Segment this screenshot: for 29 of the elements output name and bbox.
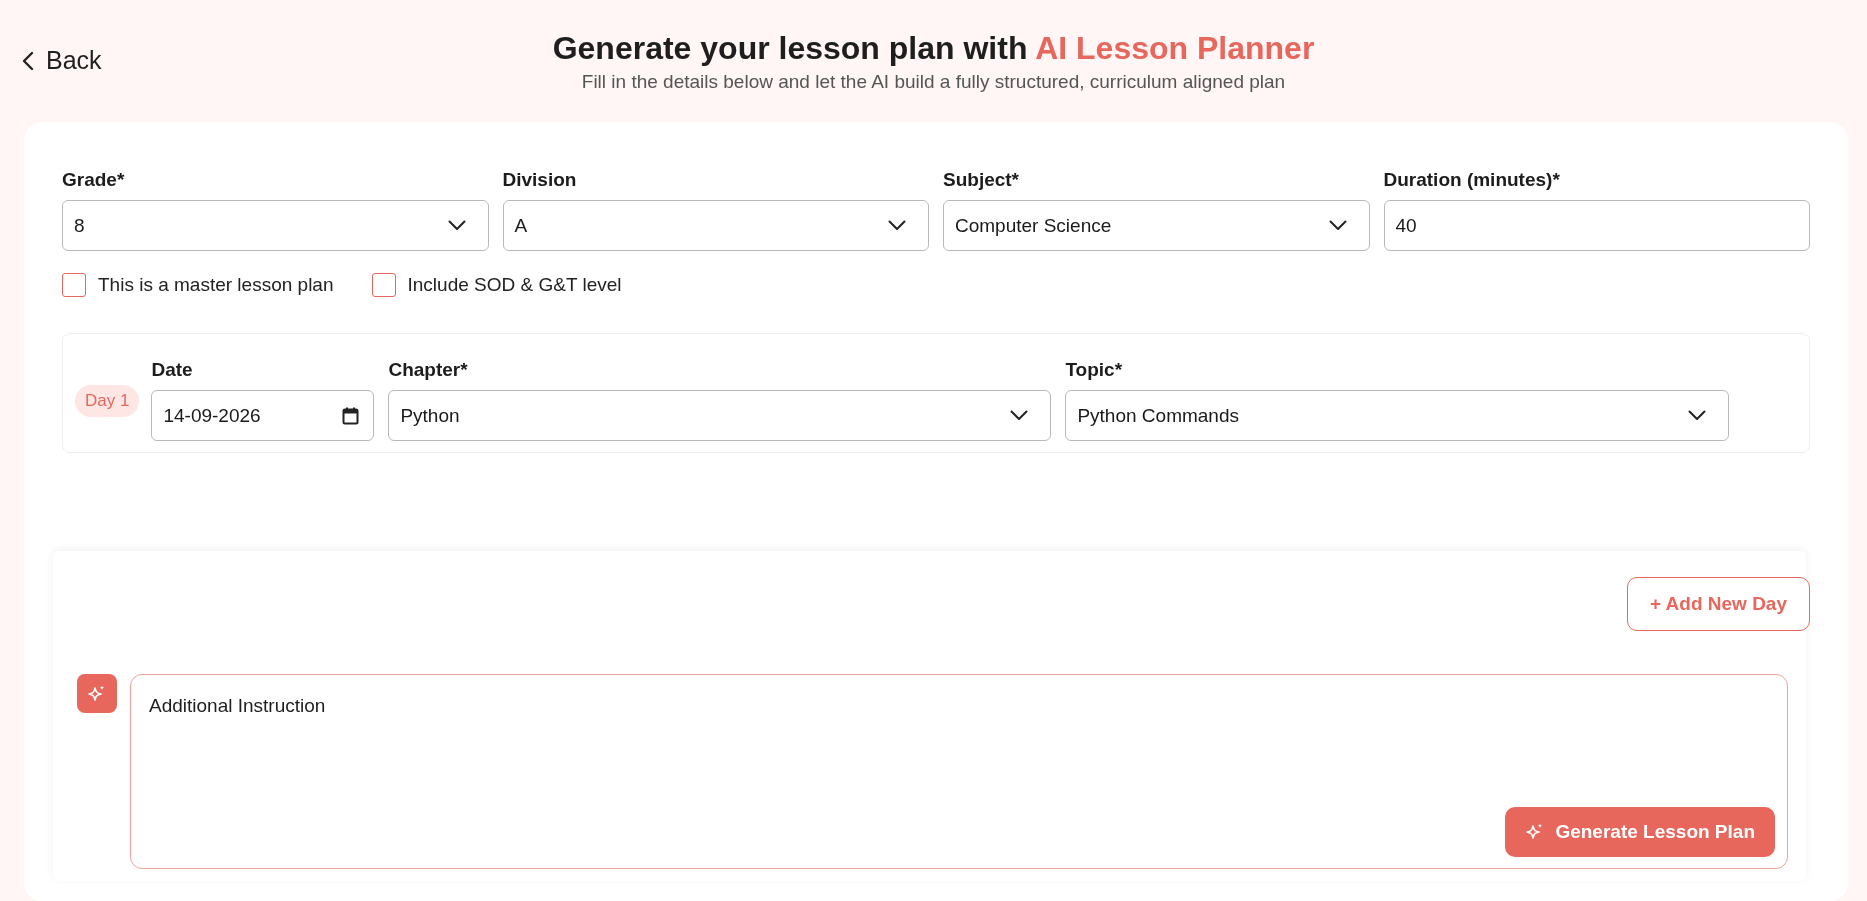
chevron-down-icon: [1688, 410, 1707, 421]
dropdown[interactable]: Computer Science: [943, 200, 1370, 251]
dropdown[interactable]: Python: [388, 390, 1052, 441]
back-button[interactable]: Back: [22, 46, 102, 75]
dropdown[interactable]: 8: [62, 200, 489, 251]
day-badge: Day 1: [75, 385, 140, 417]
field-label: Topic*: [1065, 359, 1124, 381]
dropdown[interactable]: A: [502, 200, 929, 251]
checkbox[interactable]: [62, 273, 86, 297]
calendar-icon[interactable]: [342, 406, 360, 425]
chevron-down-icon: [447, 220, 466, 231]
page-subtitle: Fill in the details below and let the AI build a fully structured, curriculum aligned plan: [581, 71, 1286, 93]
checkbox-label: Include SOD & G&T level: [407, 274, 622, 296]
page-title: Generate your lesson plan with AI Lesson Planner: [552, 30, 1315, 67]
chevron-down-icon: [888, 220, 906, 231]
field-label: Division: [502, 169, 578, 191]
input-field[interactable]: 40: [1383, 200, 1810, 251]
checkbox[interactable]: [371, 273, 396, 297]
field-label: Duration (minutes)*: [1383, 169, 1561, 191]
chevron-down-icon: [1010, 410, 1029, 421]
chevron-left-icon: [22, 50, 34, 71]
field-label: Subject*: [943, 169, 1021, 191]
field-label: Grade*: [62, 169, 126, 191]
field-label: Date: [151, 359, 194, 381]
date-field[interactable]: 14-09-2026: [151, 390, 375, 441]
chevron-down-icon: [1328, 220, 1347, 231]
field-label: Chapter*: [388, 359, 469, 381]
checkbox-label: This is a master lesson plan: [98, 274, 334, 296]
dropdown[interactable]: Python Commands: [1065, 390, 1730, 441]
